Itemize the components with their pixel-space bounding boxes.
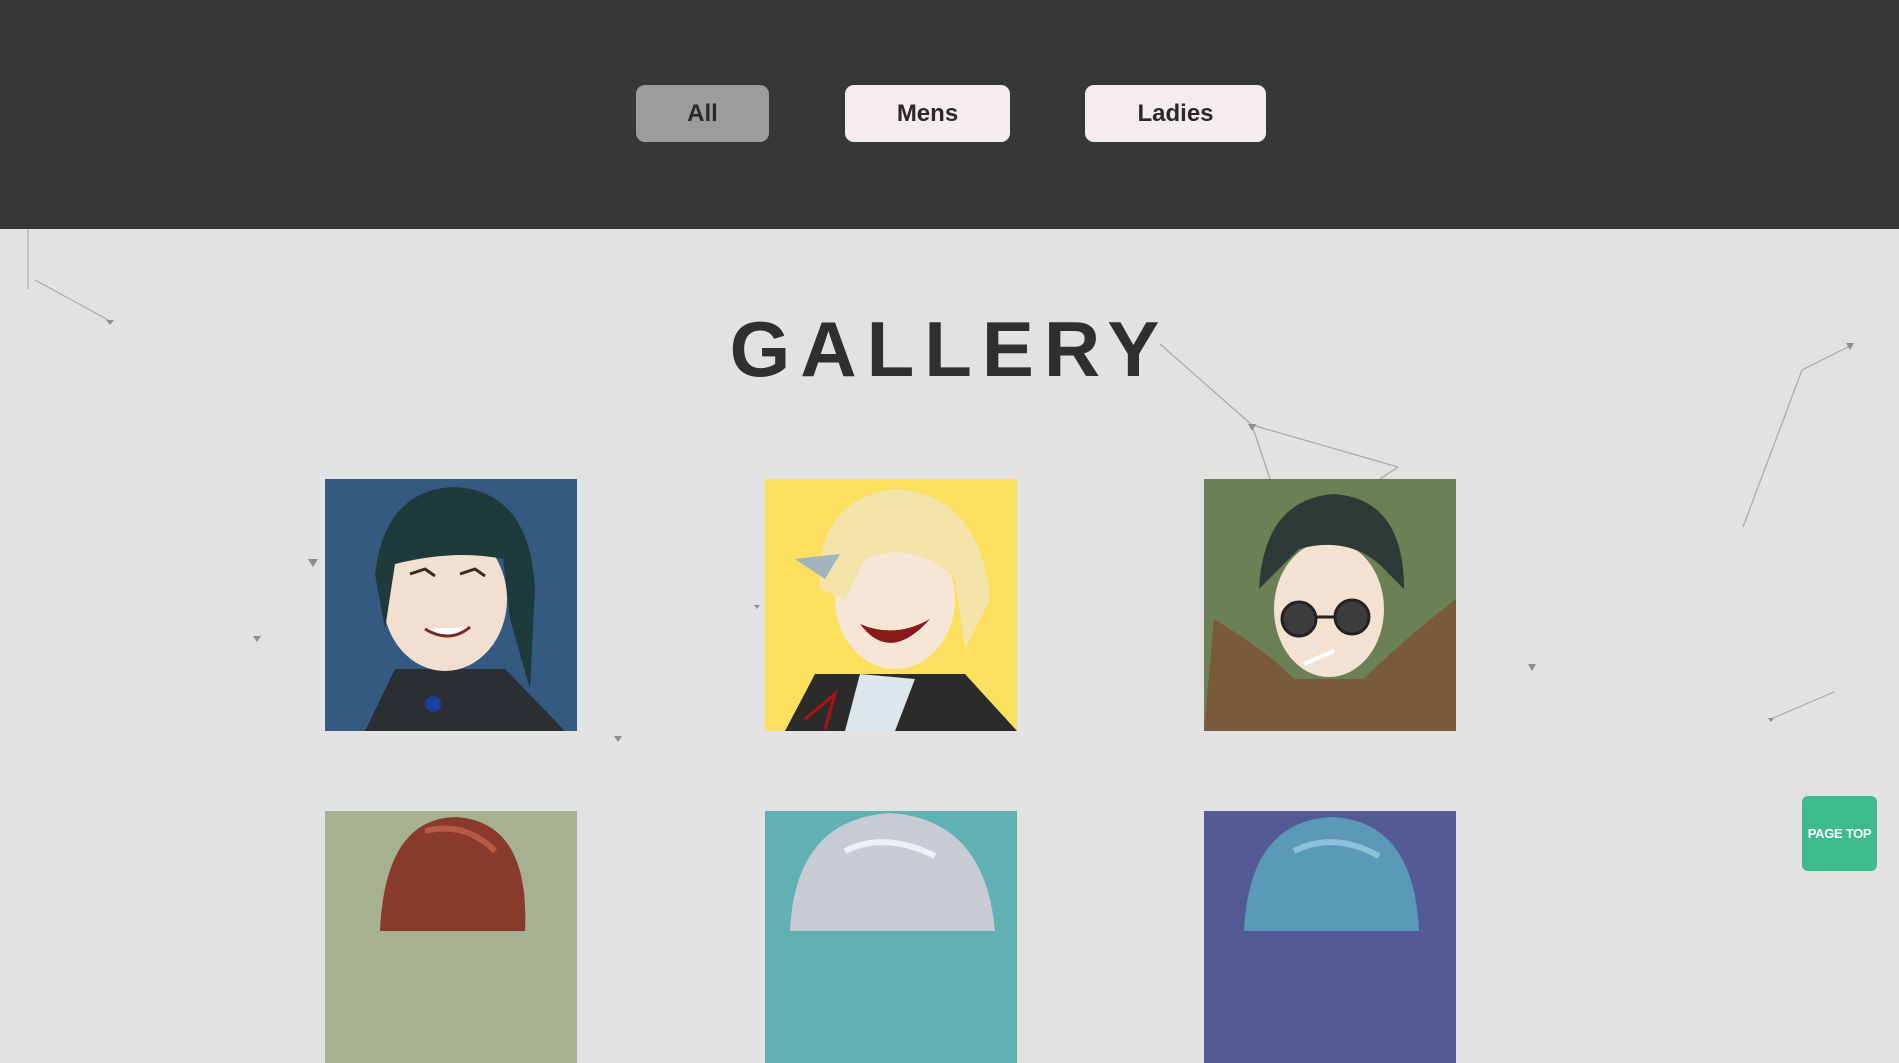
gallery-item-6[interactable]	[1204, 811, 1456, 1063]
gallery-item-3[interactable]	[1204, 479, 1456, 731]
portrait-image	[765, 811, 1017, 1063]
portrait-image	[1204, 811, 1456, 1063]
filter-ladies-button[interactable]: Ladies	[1085, 85, 1266, 142]
portrait-image	[325, 811, 577, 1063]
filter-header: All Mens Ladies	[0, 0, 1899, 229]
gallery-item-2[interactable]	[765, 479, 1017, 731]
portrait-image	[765, 479, 1017, 731]
gallery-item-1[interactable]	[325, 479, 577, 731]
filter-mens-button[interactable]: Mens	[845, 85, 1010, 142]
gallery-item-4[interactable]	[325, 811, 577, 1063]
page-top-button[interactable]: PAGE TOP	[1802, 796, 1877, 871]
gallery-title: GALLERY	[729, 305, 1170, 393]
gallery-item-5[interactable]	[765, 811, 1017, 1063]
filter-all-button[interactable]: All	[636, 85, 769, 142]
portrait-image	[325, 479, 577, 731]
portrait-image	[1204, 479, 1456, 731]
